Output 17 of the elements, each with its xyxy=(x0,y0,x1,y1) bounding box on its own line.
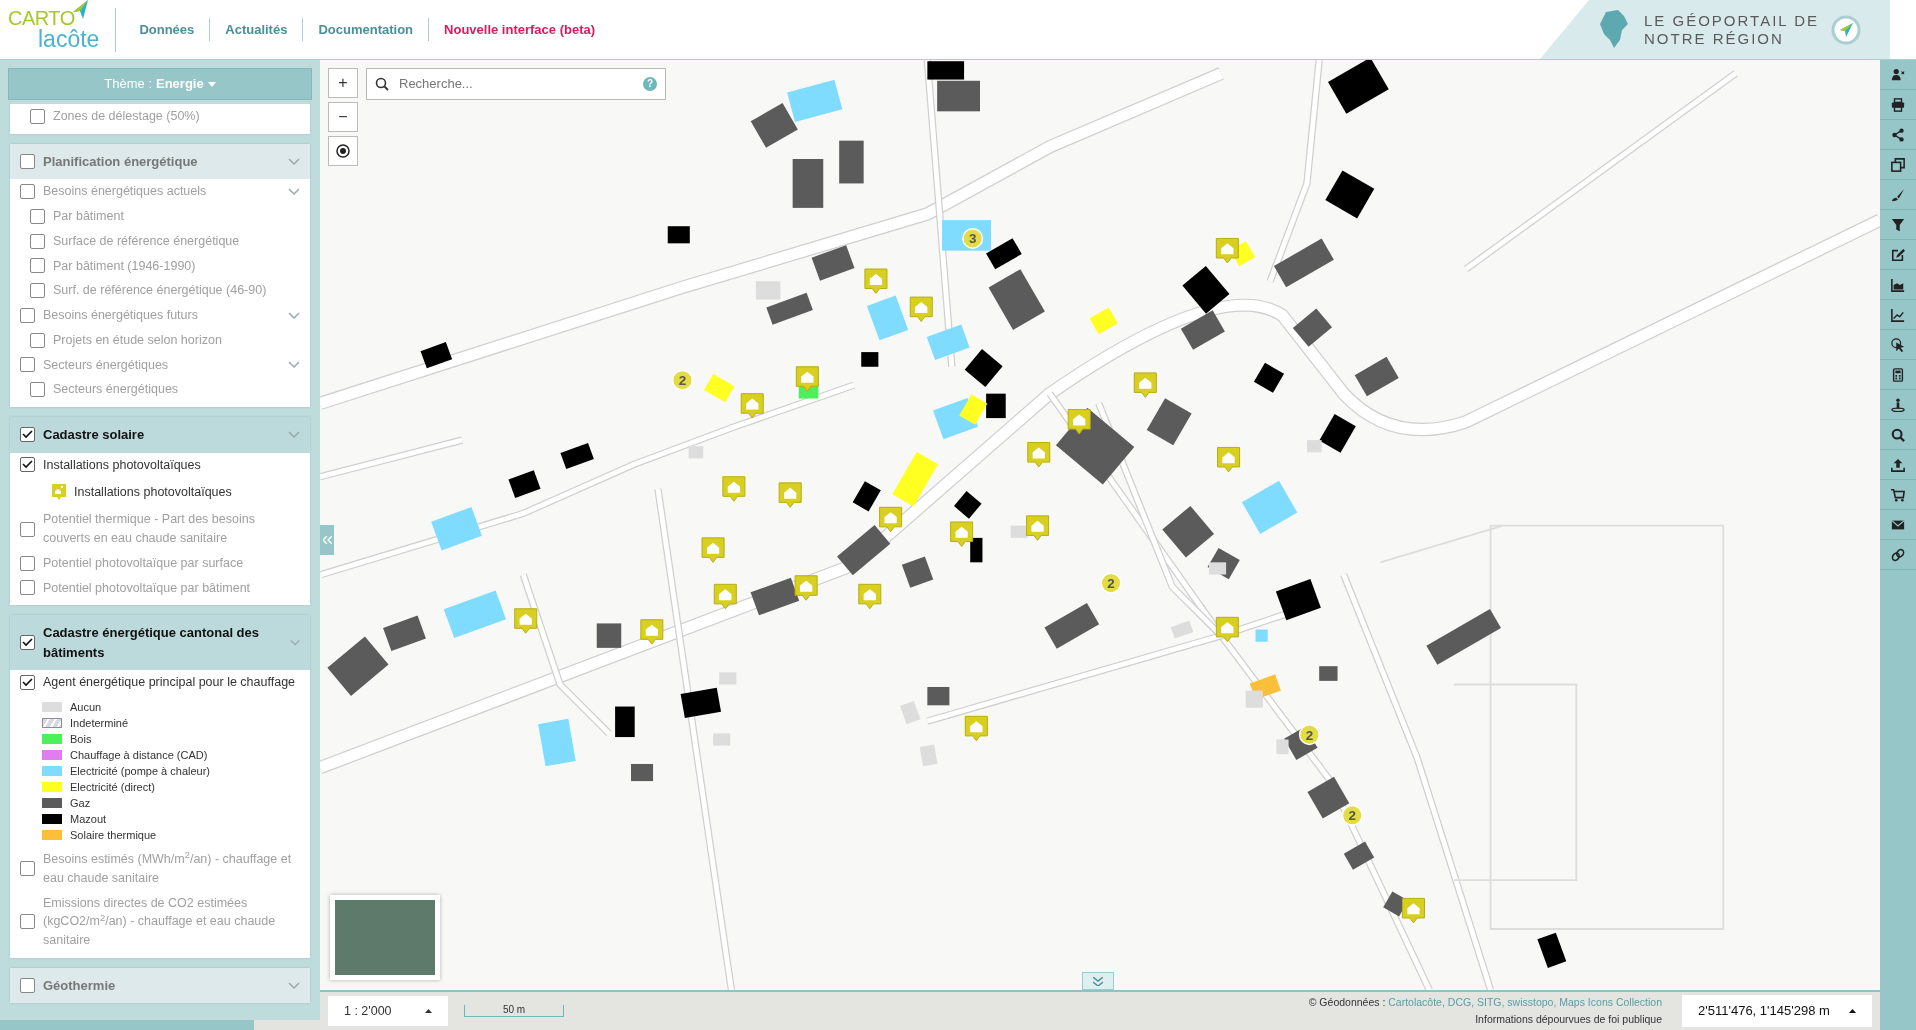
legend-label: Bois xyxy=(70,732,92,747)
legend-label: Installations photovoltaïques xyxy=(74,484,232,502)
logo-text: CARTO xyxy=(8,8,75,28)
banner-title: LE GÉOPORTAIL DE xyxy=(1644,12,1820,30)
attribution-text: © Géodonnées : xyxy=(1308,996,1387,1009)
legend-label: Electricité (direct) xyxy=(70,780,155,795)
scale-bar: 50 m xyxy=(464,1005,564,1018)
legend-label: Solaire thermique xyxy=(70,828,157,843)
logo-text: lacôte xyxy=(38,28,100,51)
legend-label: Gaz xyxy=(70,796,91,811)
disclaimer-text: Informations dépourvues de foi publique xyxy=(1474,1012,1662,1028)
legend-label: Electricité (pompe à chaleur) xyxy=(70,764,210,779)
legend-label: Chauffage à distance (CAD) xyxy=(70,748,208,763)
banner-title: NOTRE RÉGION xyxy=(1644,29,1785,47)
legend-label: Mazout xyxy=(70,812,107,827)
legend-label: Aucun xyxy=(70,700,102,715)
legend-label: Indeterminé xyxy=(70,716,129,731)
